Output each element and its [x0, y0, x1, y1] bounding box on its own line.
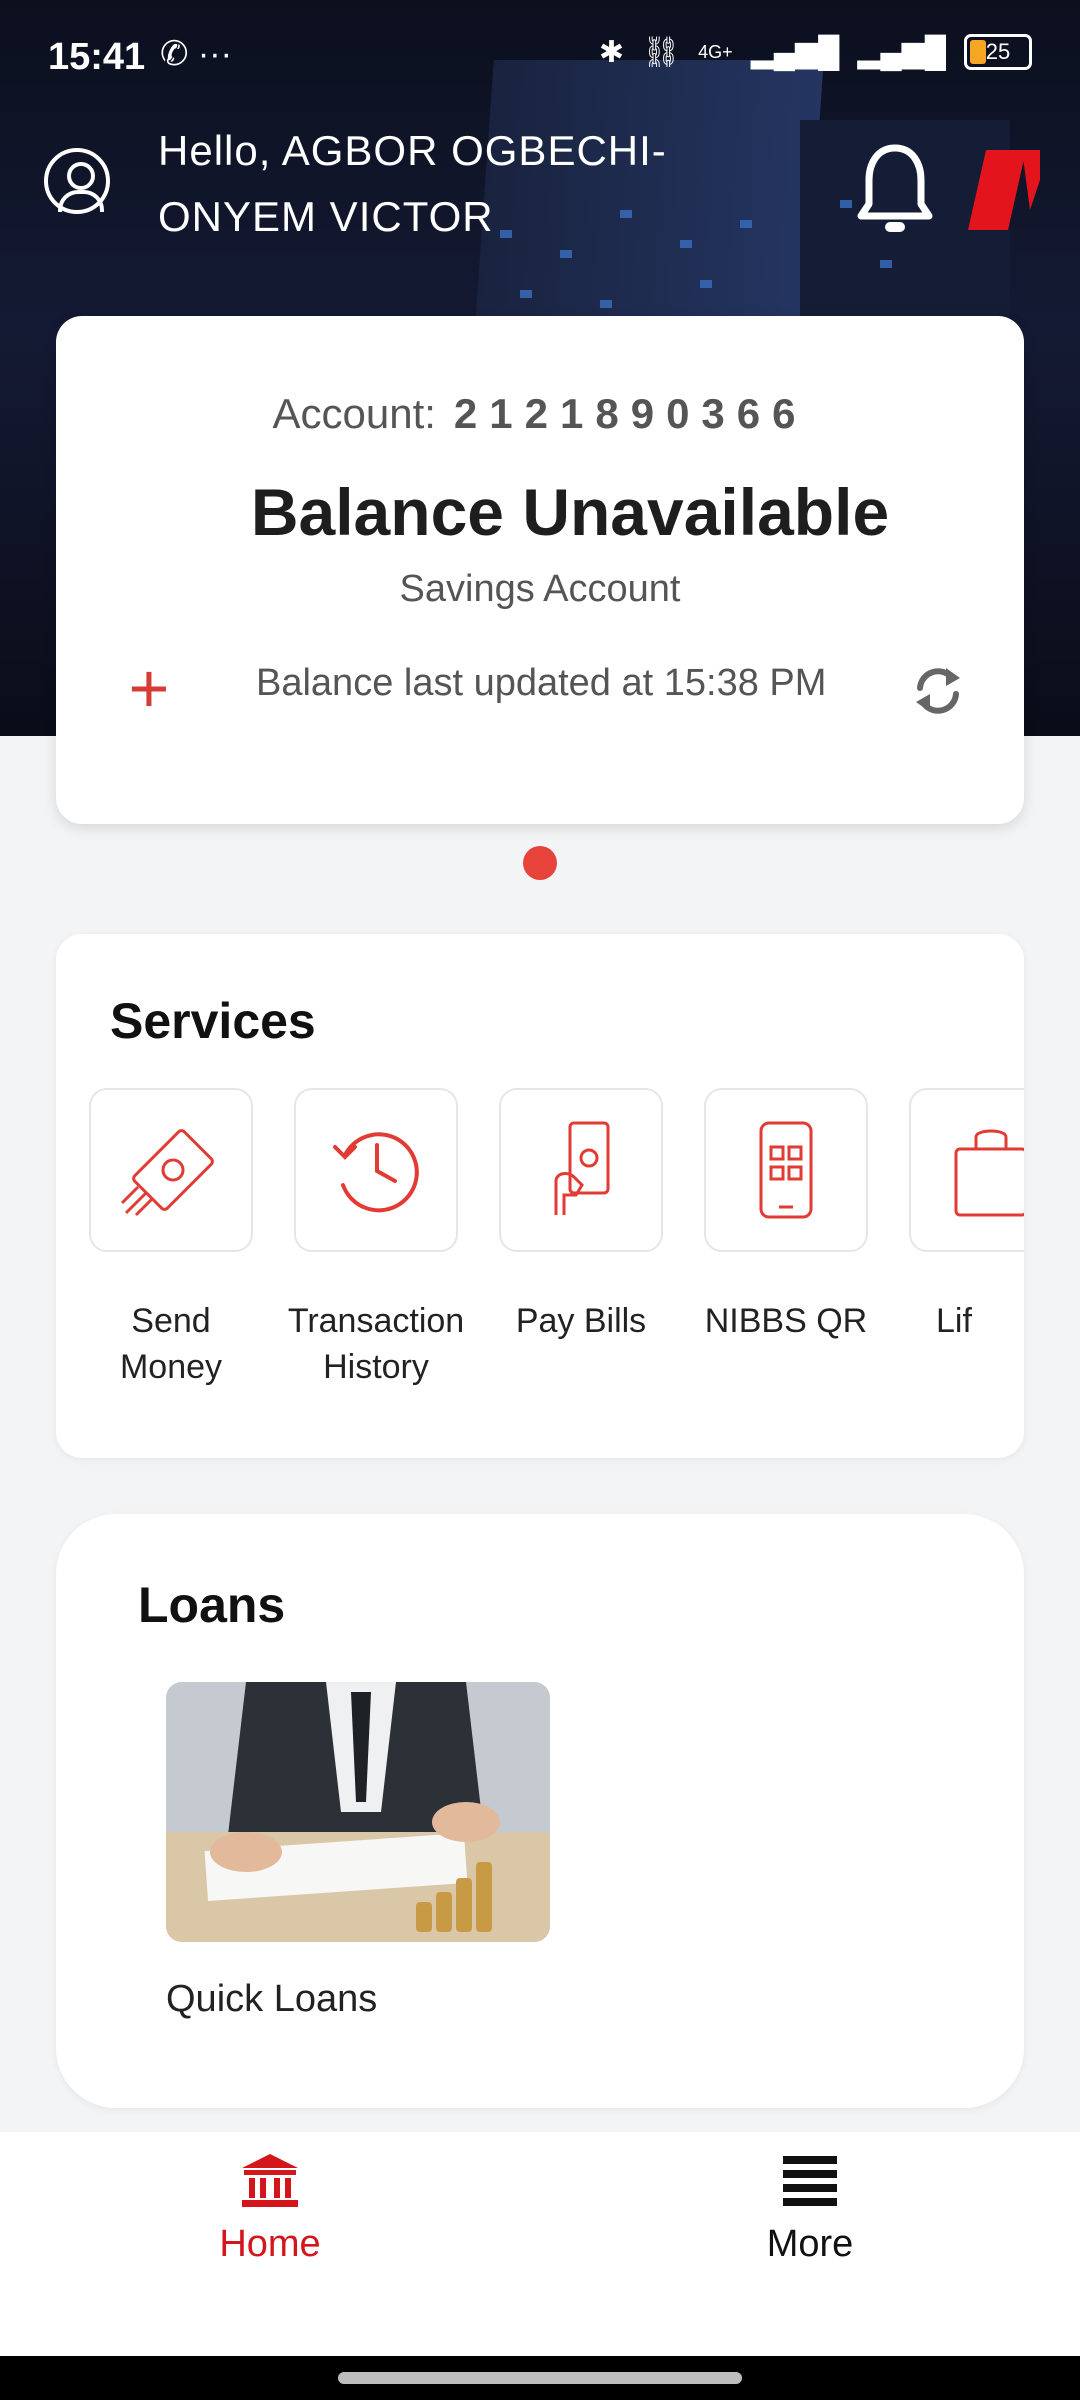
pay-bills-icon — [554, 1121, 610, 1215]
send-money-icon — [120, 1129, 214, 1217]
history-clock-icon — [333, 1132, 419, 1213]
account-line: Account: 2121890366 — [56, 390, 1024, 438]
refresh-icon[interactable] — [902, 654, 974, 726]
service-transaction-history[interactable]: Transaction History — [281, 1088, 471, 1390]
status-bar: 15:41 ✆ ··· ✱ ⛓ 4G+ ▂▄▆█ ▂▄▆█ 25 — [0, 0, 1080, 110]
service-tile[interactable] — [294, 1088, 458, 1252]
nav-home[interactable]: Home — [150, 2152, 390, 2266]
bottom-nav: Home More — [0, 2132, 1080, 2356]
building-window — [520, 290, 532, 298]
building-window — [600, 300, 612, 308]
service-tile[interactable] — [704, 1088, 868, 1252]
loans-title: Loans — [138, 1577, 286, 1633]
building-window — [700, 280, 712, 288]
balance-text: Balance Unavailable — [250, 475, 890, 549]
quick-loans-image[interactable] — [166, 1682, 550, 1942]
building-window — [880, 260, 892, 268]
status-icons: ✱ ⛓ 4G+ ▂▄▆█ ▂▄▆█ 25 — [599, 34, 1032, 70]
service-label: Send Money — [119, 1302, 223, 1386]
add-account-button[interactable]: + — [116, 653, 182, 724]
link-icon: ⛓ — [642, 35, 681, 69]
greeting-text: Hello, AGBOR OGBECHI-ONYEM VICTOR — [158, 127, 667, 240]
nav-home-label: Home — [219, 2223, 321, 2265]
loan-photo-illustration — [166, 1682, 550, 1942]
service-label: Transaction History — [287, 1302, 465, 1386]
battery-level: 25 — [985, 39, 1011, 64]
gesture-bar — [0, 2356, 1080, 2400]
signal-icon-2: ▂▄▆█ — [857, 35, 946, 69]
services-card: Services Send Money Transaction History … — [56, 934, 1024, 1458]
service-tile[interactable] — [499, 1088, 663, 1252]
home-indicator[interactable] — [338, 2372, 742, 2384]
account-type: Savings Account — [399, 568, 681, 610]
loans-card: Loans Quick Loans — [56, 1514, 1024, 2108]
greeting-row: Hello, AGBOR OGBECHI-ONYEM VICTOR — [0, 118, 1080, 248]
menu-icon — [783, 2156, 837, 2206]
bank-icon — [242, 2154, 298, 2207]
service-send-money[interactable]: Send Money — [76, 1088, 266, 1390]
service-label: Pay Bills — [515, 1302, 647, 1340]
lifestyle-bag-icon — [954, 1129, 1024, 1217]
building-window — [560, 250, 572, 258]
account-card[interactable]: Account: 2121890366 Balance Unavailable S… — [56, 316, 1024, 824]
battery-icon: 25 — [964, 34, 1032, 70]
nav-more[interactable]: More — [690, 2152, 930, 2266]
account-number: 2121890366 — [453, 390, 808, 437]
service-tile[interactable] — [909, 1088, 1024, 1252]
brand-logo — [968, 150, 1040, 230]
carousel-dot[interactable] — [523, 846, 557, 880]
service-label: Lif — [936, 1302, 972, 1340]
service-nibbs-qr[interactable]: NIBBS QR — [691, 1088, 881, 1344]
bell-icon[interactable] — [855, 140, 935, 240]
user-icon[interactable] — [44, 148, 110, 214]
services-title: Services — [110, 993, 316, 1049]
bluetooth-icon: ✱ — [598, 35, 625, 69]
status-time: 15:41 — [48, 36, 146, 78]
account-label: Account: — [272, 390, 436, 437]
service-pay-bills[interactable]: Pay Bills — [486, 1088, 676, 1344]
notification-icons: ✆ ··· — [160, 35, 232, 73]
service-lifestyle[interactable]: Lif — [896, 1088, 1024, 1344]
signal-icon: ▂▄▆█ — [750, 35, 840, 69]
nav-more-label: More — [766, 2223, 854, 2265]
service-tile[interactable] — [89, 1088, 253, 1252]
service-label: NIBBS QR — [704, 1302, 868, 1340]
balance-updated-text: Balance last updated at 15:38 PM — [256, 662, 827, 704]
qr-phone-icon — [759, 1121, 813, 1219]
network-type: 4G+ — [698, 41, 733, 62]
quick-loans-label[interactable]: Quick Loans — [166, 1978, 377, 2021]
